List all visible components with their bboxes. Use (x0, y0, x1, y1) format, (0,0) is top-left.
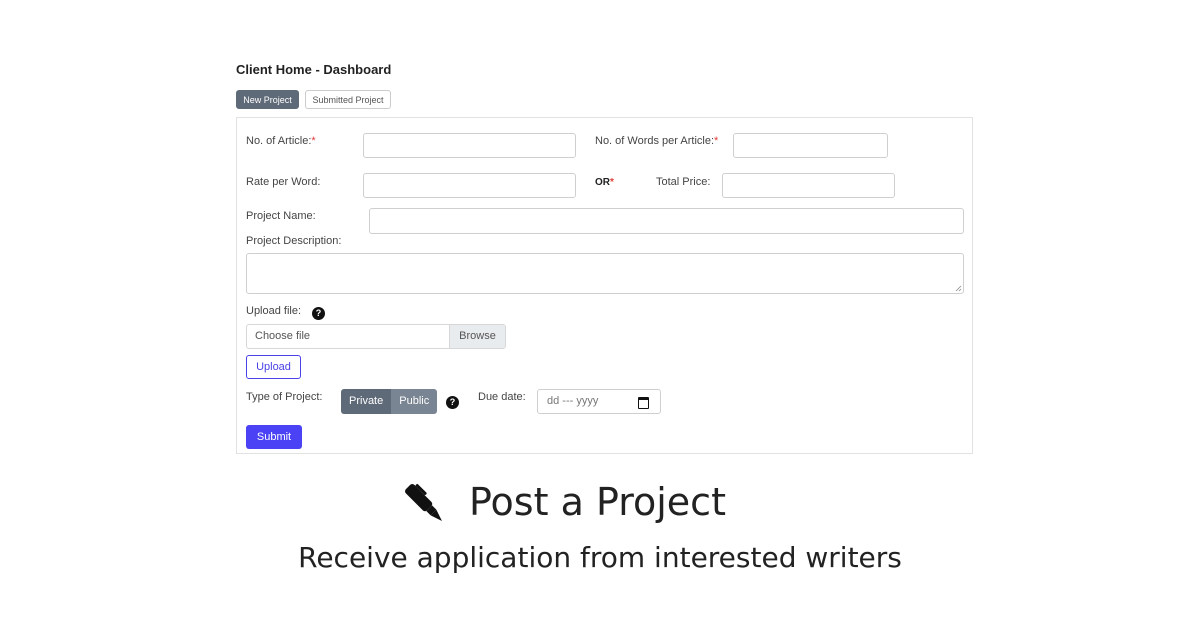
project-description-textarea[interactable] (246, 253, 964, 294)
type-of-project-label: Type of Project: (246, 391, 323, 403)
calendar-icon[interactable] (638, 397, 649, 409)
required-mark: * (714, 135, 719, 147)
tab-new-project[interactable]: New Project (236, 90, 299, 109)
browse-button[interactable]: Browse (449, 325, 505, 348)
project-type-toggle: Private Public (341, 389, 438, 414)
or-label: OR* (595, 177, 614, 188)
due-date-label: Due date: (478, 391, 526, 403)
rate-per-word-label: Rate per Word: (246, 176, 321, 188)
pen-icon (405, 483, 442, 521)
question-circle-icon[interactable]: ? (312, 307, 325, 320)
file-input[interactable]: Choose file Browse (246, 324, 506, 349)
words-per-article-input[interactable] (733, 133, 888, 158)
upload-file-label: Upload file: (246, 305, 302, 317)
due-date-placeholder: dd --- yyyy (547, 395, 599, 407)
project-description-label: Project Description: (246, 235, 342, 247)
type-public-option[interactable]: Public (391, 389, 438, 414)
type-private-option[interactable]: Private (341, 389, 392, 414)
promo-subline: Receive application from interested writ… (298, 541, 902, 574)
project-name-input[interactable] (369, 208, 964, 234)
tab-submitted-project[interactable]: Submitted Project (305, 90, 391, 109)
project-name-label: Project Name: (246, 210, 316, 222)
file-placeholder: Choose file (255, 330, 311, 342)
resize-handle-icon[interactable] (955, 285, 962, 292)
words-per-article-label: No. of Words per Article:* (595, 135, 719, 147)
required-mark: * (610, 177, 614, 188)
upload-button[interactable]: Upload (246, 355, 301, 379)
total-price-label: Total Price: (656, 176, 711, 188)
num-articles-label: No. of Article:* (246, 135, 316, 147)
due-date-input[interactable]: dd --- yyyy (537, 389, 661, 414)
total-price-input[interactable] (722, 173, 895, 198)
page-title: Client Home - Dashboard (236, 62, 392, 77)
required-mark: * (311, 135, 316, 147)
question-circle-icon[interactable]: ? (446, 396, 459, 409)
promo-headline: Post a Project (469, 480, 726, 524)
num-articles-input[interactable] (363, 133, 576, 158)
rate-per-word-input[interactable] (363, 173, 576, 198)
submit-button[interactable]: Submit (246, 425, 302, 449)
